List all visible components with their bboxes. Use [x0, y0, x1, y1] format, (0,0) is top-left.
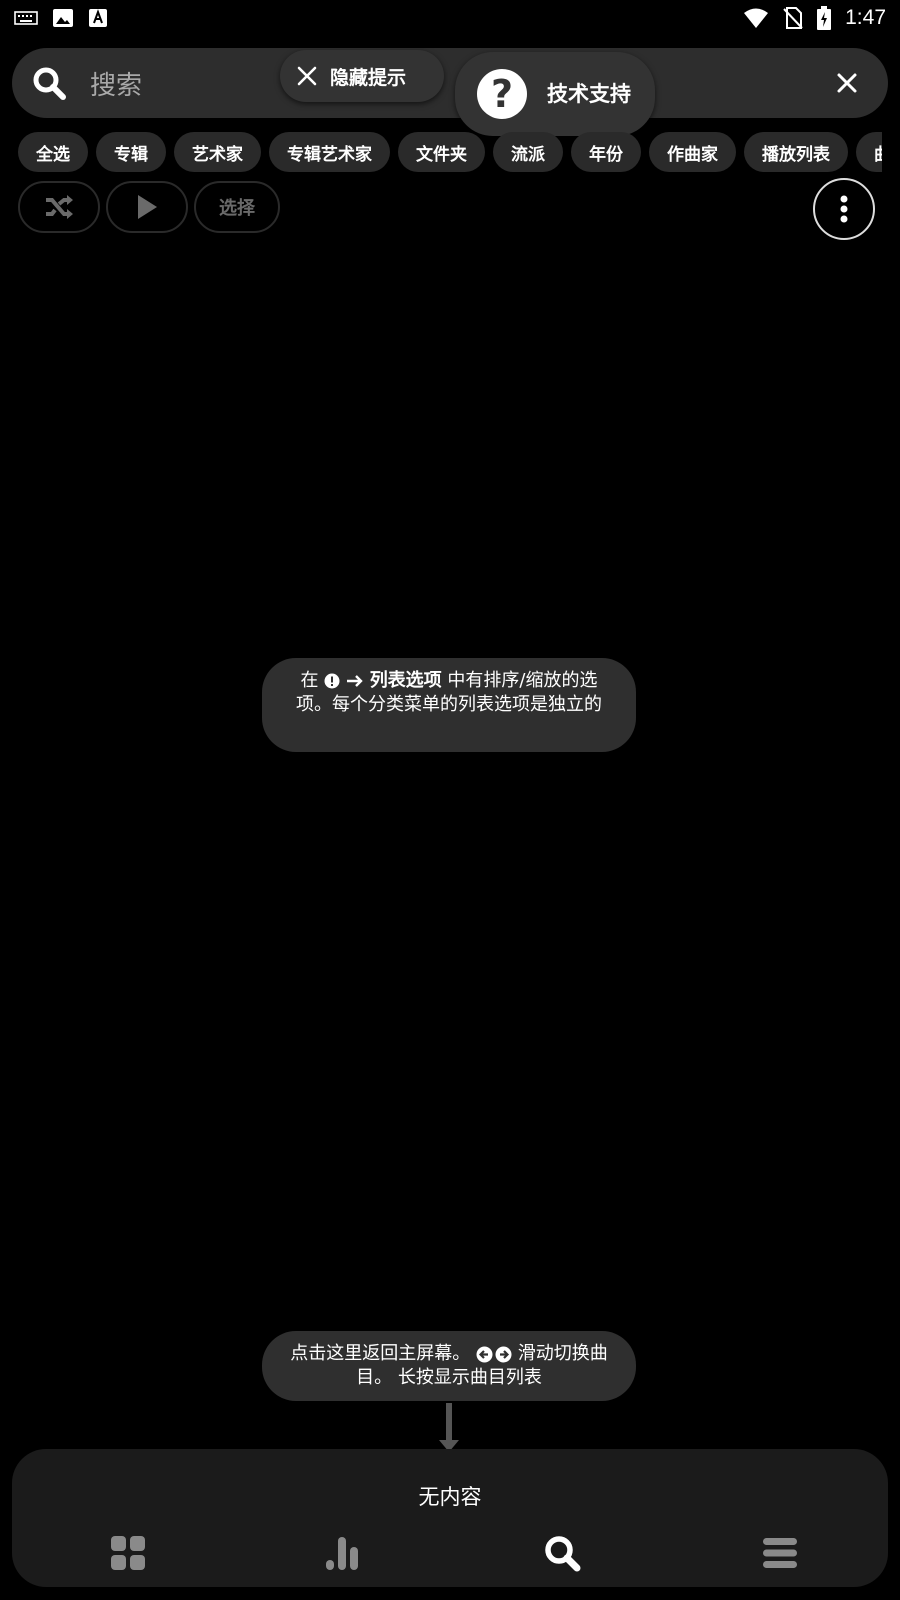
play-button[interactable] — [106, 181, 188, 233]
more-options-button[interactable] — [813, 178, 875, 240]
home-tip: 点击这里返回主屏幕。 滑动切换曲目。 长按显示曲目列表 — [262, 1331, 636, 1401]
hide-hints-button[interactable]: 隐藏提示 — [280, 50, 444, 102]
app-root: 1:47 搜索 隐藏提示 ? 技术支持 全选 专辑 艺术家 专辑艺术家 文件夹 … — [0, 0, 900, 1600]
hide-hints-label: 隐藏提示 — [330, 66, 407, 89]
info-icon — [324, 673, 340, 689]
search-bar[interactable]: 搜索 — [12, 48, 888, 118]
chip-tracks[interactable]: 曲 — [856, 132, 882, 172]
chip-folders[interactable]: 文件夹 — [398, 132, 485, 172]
chip-composers[interactable]: 作曲家 — [649, 132, 736, 172]
tech-support-label: 技术支持 — [547, 82, 631, 106]
battery-charging-icon — [817, 6, 832, 30]
category-chips: 全选 专辑 艺术家 专辑艺术家 文件夹 流派 年份 作曲家 播放列表 曲 — [18, 132, 882, 174]
play-icon — [138, 195, 157, 219]
select-button[interactable]: 选择 — [194, 181, 280, 233]
tip-list-rest: 中有排序/缩放的选项。每个分类菜单的列表选项是独立的 — [296, 670, 602, 715]
tech-support-button[interactable]: ? 技术支持 — [455, 52, 655, 136]
chip-all[interactable]: 全选 — [18, 132, 88, 172]
tip-home-part1: 点击这里返回主屏幕。 — [290, 1343, 471, 1364]
swipe-arrows-icon — [476, 1346, 512, 1362]
no-sim-icon — [783, 7, 803, 29]
bottom-player-panel[interactable]: 无内容 — [12, 1449, 888, 1587]
list-options-tip: 在 列表选项 中有排序/缩放的选项。每个分类菜单的列表选项是独立的 — [262, 658, 636, 752]
chip-albums[interactable]: 专辑 — [96, 132, 166, 172]
search-icon — [33, 67, 66, 100]
search-icon[interactable] — [542, 1533, 582, 1573]
status-right: 1:47 — [743, 6, 886, 30]
status-time: 1:47 — [845, 6, 886, 29]
shuffle-button[interactable] — [18, 181, 100, 233]
wifi-icon — [744, 8, 769, 28]
menu-icon[interactable] — [760, 1533, 800, 1573]
chip-playlists[interactable]: 播放列表 — [744, 132, 848, 172]
font-icon — [89, 9, 107, 27]
tip-list-prefix: 在 — [300, 670, 319, 691]
chip-genres[interactable]: 流派 — [493, 132, 563, 172]
shuffle-icon — [46, 195, 73, 219]
close-icon[interactable] — [830, 66, 864, 100]
chip-artists[interactable]: 艺术家 — [174, 132, 261, 172]
keyboard-icon — [14, 11, 38, 25]
grid-icon[interactable] — [108, 1533, 148, 1573]
close-icon — [297, 66, 317, 86]
status-bar: 1:47 — [0, 0, 900, 36]
chip-years[interactable]: 年份 — [571, 132, 641, 172]
search-input[interactable]: 搜索 — [90, 65, 142, 102]
chip-album-artists[interactable]: 专辑艺术家 — [269, 132, 390, 172]
help-icon: ? — [477, 69, 527, 119]
bar-chart-icon[interactable] — [322, 1533, 362, 1573]
tip-list-bold: 列表选项 — [369, 670, 442, 691]
more-vert-icon — [840, 195, 848, 223]
image-icon — [53, 9, 73, 27]
now-playing-text: 无内容 — [418, 1485, 482, 1509]
status-left — [14, 8, 108, 28]
arrow-right-icon — [346, 675, 363, 687]
